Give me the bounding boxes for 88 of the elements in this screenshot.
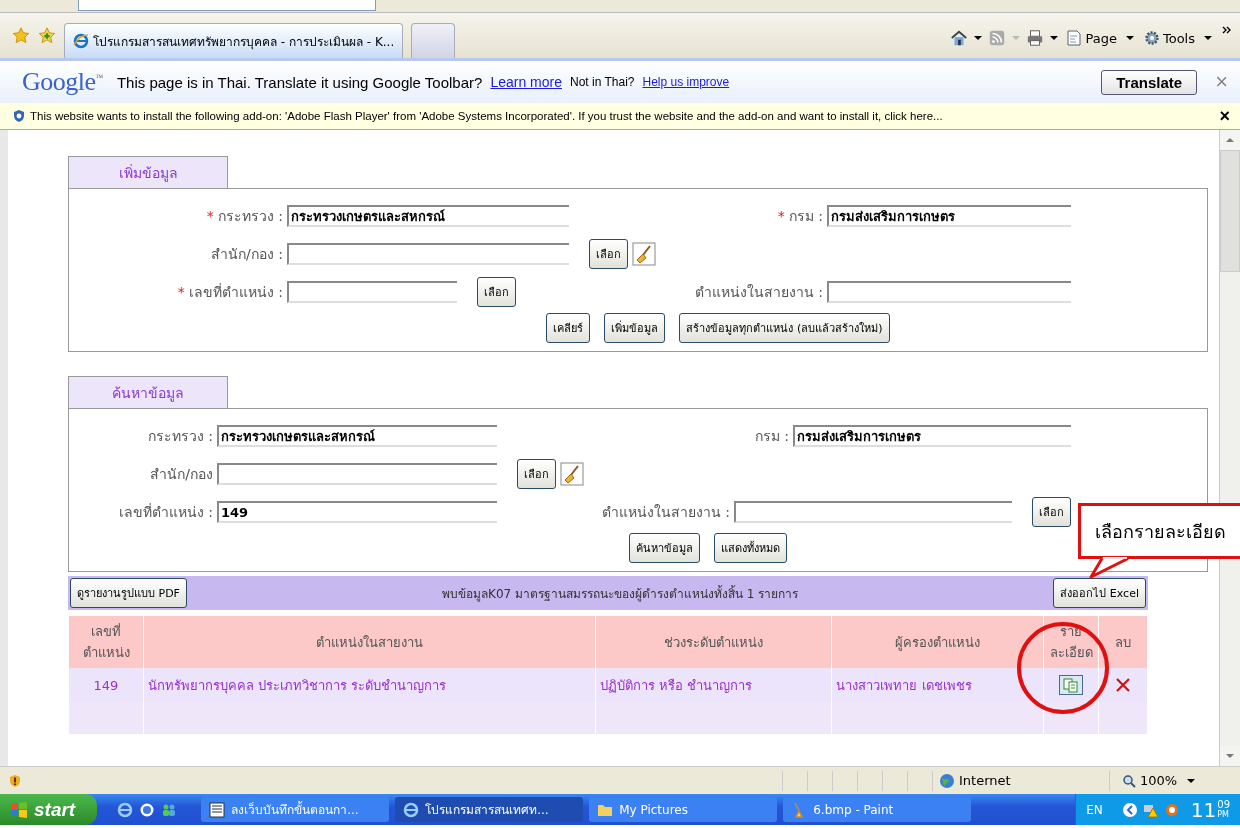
translate-button[interactable]: Translate	[1101, 69, 1198, 95]
form-button[interactable]: เคลียร์	[546, 313, 591, 343]
export-excel-button[interactable]: ส่งออกไป Excel	[1053, 578, 1146, 608]
security-zone[interactable]: Internet	[932, 770, 1109, 791]
field-label: ตำแหน่งในสายงาน :	[601, 503, 730, 522]
pdf-report-button[interactable]: ดูรายงานรูปแบบ PDF	[70, 578, 187, 608]
input-field[interactable]	[217, 463, 497, 485]
table-cell: นักทรัพยากรบุคคล ประเภทวิชาการ ระดับชำนาญการ	[144, 668, 595, 702]
learn-more-link[interactable]: Learn more	[490, 74, 562, 90]
required-marker: *	[177, 284, 185, 300]
page-icon	[1066, 30, 1083, 46]
result-summary: พบข้อมูลK07 มาตรฐานสมรรถนะของผู้ดำรงตำแหน่งทั้งสิ้น 1 รายการ	[441, 584, 800, 603]
magnifier-icon	[1122, 773, 1136, 788]
form-button[interactable]: สร้างข้อมูลทุกตำแหน่ง (ลบแล้วสร้างใหม่)	[679, 313, 890, 343]
required-marker: *	[206, 208, 214, 224]
taskbar-item[interactable]: ลงเว็บบันทึกขั้นตอนกา...	[201, 797, 390, 822]
form-button[interactable]: ค้นหาข้อมูล	[629, 533, 700, 563]
taskbar-item[interactable]: โปรแกรมสารสนเทศท...	[395, 797, 584, 822]
home-icon[interactable]	[950, 29, 969, 47]
globe-icon	[939, 772, 955, 789]
addon-warning-text[interactable]: This website wants to install the following add-on: 'Adobe Flash Player' from 'Adobe Systems Incorporated'. If you trust the website and the add-on and want to install it, click here...	[30, 110, 943, 122]
browser-e-icon[interactable]	[117, 801, 134, 818]
column-header: ช่วงระดับตำแหน่ง	[595, 616, 832, 668]
caret-icon[interactable]	[974, 36, 983, 40]
table-cell: ปฏิบัติการ หรือ ชำนาญการ	[595, 668, 832, 702]
required-marker: *	[777, 208, 785, 224]
new-tab-button[interactable]	[411, 23, 456, 58]
column-header: ลบ	[1099, 616, 1147, 668]
field-label: กระทรวง :	[217, 207, 283, 226]
input-field[interactable]	[827, 281, 1071, 303]
broom-icon[interactable]	[632, 242, 656, 266]
select-button[interactable]: เลือก	[1032, 497, 1071, 527]
select-button[interactable]: เลือก	[517, 459, 556, 489]
field-label: เลขที่ตำแหน่ง :	[188, 282, 283, 302]
help-improve-link[interactable]: Help us improve	[642, 75, 730, 89]
column-header: ราย ละเอียด	[1044, 616, 1098, 668]
details-icon[interactable]	[1059, 675, 1083, 695]
shield-icon	[12, 109, 26, 123]
gear-icon	[1143, 30, 1160, 46]
browser-tab[interactable]: โปรแกรมสารสนเทศทรัพยากรบุคคล - การประเมินผล - K...	[64, 23, 404, 58]
column-header: ตำแหน่งในสายงาน	[144, 616, 595, 668]
field-label: กรม :	[754, 427, 789, 446]
field-label: สำนัก/กอง :	[211, 245, 283, 264]
not-in-thai-text: Not in Thai?	[570, 75, 635, 89]
app-icon[interactable]	[139, 801, 156, 818]
browser-e-icon	[73, 33, 89, 49]
column-header: ผู้ครองตำแหน่ง	[832, 616, 1043, 668]
close-button[interactable]: ×	[1219, 105, 1230, 127]
table-cell: 149	[69, 668, 143, 702]
delete-icon[interactable]	[1115, 677, 1131, 693]
page-menu-button[interactable]: Page	[1064, 30, 1136, 46]
field-label: เลขที่ตำแหน่ง :	[118, 502, 213, 522]
field-label: ตำแหน่งในสายงาน :	[694, 283, 823, 302]
taskbar-item[interactable]: 6.bmp - Paint	[783, 797, 972, 822]
table-cell: นางสาวเพทาย เดชเพชร	[832, 668, 1043, 702]
broom-icon[interactable]	[560, 462, 584, 486]
input-field[interactable]: กรมส่งเสริมการเกษตร	[793, 425, 1071, 447]
ring-icon[interactable]	[1163, 801, 1180, 818]
input-field[interactable]	[734, 501, 1012, 523]
field-label: กระทรวง :	[147, 427, 213, 446]
feed-icon[interactable]	[988, 29, 1007, 47]
input-field[interactable]: กรมส่งเสริมการเกษตร	[827, 205, 1071, 227]
input-field[interactable]: กระทรวงเกษตรและสหกรณ์	[217, 425, 497, 447]
windows-flag-icon	[10, 800, 28, 819]
caret-icon[interactable]	[1050, 36, 1059, 40]
document-icon	[209, 801, 226, 818]
translate-message: This page is in Thai. Translate it using Google Toolbar?	[116, 73, 483, 91]
printer-icon[interactable]	[1026, 29, 1045, 47]
address-field[interactable]	[78, 0, 376, 11]
tools-menu-button[interactable]: Tools	[1141, 30, 1214, 46]
taskbar-item[interactable]: My Pictures	[589, 797, 778, 822]
browser-e-icon	[403, 801, 420, 818]
field-label: กรม :	[788, 207, 823, 226]
warning-icon	[8, 773, 22, 788]
form-button[interactable]: เพิ่มข้อมูล	[604, 313, 666, 343]
add-favorite-icon[interactable]	[38, 26, 56, 45]
field-label: สำนัก/กอง	[150, 465, 213, 484]
favorites-star-icon[interactable]	[12, 26, 30, 45]
google-logo: Google$^{™}$	[22, 67, 103, 97]
input-field[interactable]	[287, 281, 457, 303]
form-button[interactable]: แสดงทั้งหมด	[714, 533, 787, 563]
select-button[interactable]: เลือก	[589, 239, 628, 269]
column-header: เลขที่ตำแหน่ง	[69, 616, 143, 668]
input-field[interactable]	[287, 243, 569, 265]
select-button[interactable]: เลือก	[477, 277, 516, 307]
input-field[interactable]: 149	[217, 501, 497, 523]
input-field[interactable]: กระทรวงเกษตรและสหกรณ์	[287, 205, 569, 227]
zoom-level[interactable]: 100%	[1109, 770, 1232, 791]
